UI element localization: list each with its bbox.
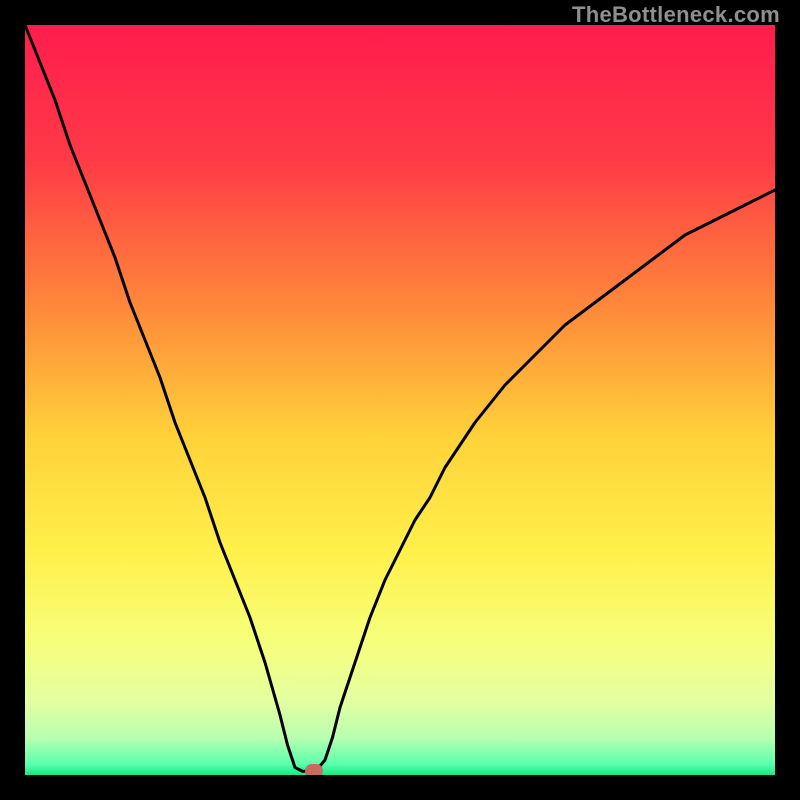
frame: TheBottleneck.com: [0, 0, 800, 800]
optimal-point-marker: [305, 764, 323, 775]
plot-area: [25, 25, 775, 775]
bottleneck-curve: [25, 25, 775, 775]
